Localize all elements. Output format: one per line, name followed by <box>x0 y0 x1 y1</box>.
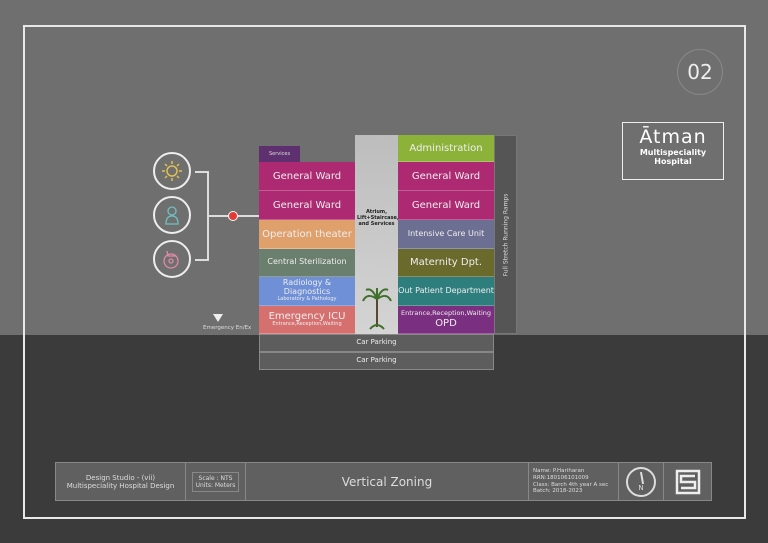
block-sublabel: Laboratory & Pathology <box>277 296 337 303</box>
left-block: Radiology & Diagnostics Laboratory & Path… <box>259 277 355 306</box>
class: Class: Barch 4th year A sec <box>533 481 609 488</box>
left-block: Operation theater <box>259 220 355 249</box>
logo-line2: Hospital <box>654 157 692 166</box>
logo: Ātman Multispeciality Hospital <box>622 122 724 180</box>
block-label: Central Sterilization <box>267 257 347 267</box>
block-label: OPD <box>435 317 457 329</box>
right-block: Maternity Dpt. <box>398 249 494 277</box>
block-label: Radiology & Diagnostics <box>282 278 332 297</box>
wheelchair-icon <box>153 240 191 278</box>
units-label: Units: Meters <box>195 481 236 489</box>
studio-label: Design Studio - (vii) <box>85 473 156 482</box>
project-label: Multispeciality Hospital Design <box>66 481 175 490</box>
block-sublabel: Entrance,Reception,Waiting <box>272 321 342 328</box>
block-label: General Ward <box>411 199 481 211</box>
block-label: Intensive Care Unit <box>407 228 485 238</box>
car-parking-1: Car Parking <box>259 334 494 352</box>
north-label: N <box>638 483 644 492</box>
sheet-title: Vertical Zoning <box>246 463 529 500</box>
rrn: RRN:180106101009 <box>533 474 589 481</box>
emergency-arrow-icon <box>213 314 223 322</box>
student-name: Name: P.Hariharan <box>533 467 585 474</box>
block-label: General Ward <box>272 170 342 182</box>
block-label: Administration <box>409 142 483 154</box>
block-sublabel: Entrance,Reception,Waiting <box>400 309 492 318</box>
right-block: Entrance,Reception,Waiting OPD <box>398 306 494 334</box>
north-arrow-icon: N <box>626 466 656 497</box>
entry-point-marker <box>228 211 238 221</box>
left-block: Central Sterilization <box>259 249 355 277</box>
page-number-badge: 02 <box>677 49 723 95</box>
emergency-label: Emergency En/Ex <box>203 325 252 331</box>
left-block: General Ward <box>259 162 355 191</box>
block-label: General Ward <box>411 170 481 182</box>
palm-tree-icon <box>362 288 392 330</box>
block-label: Operation theater <box>262 228 352 240</box>
block-label: Out Patient Department <box>398 285 494 295</box>
right-block: Intensive Care Unit <box>398 220 494 249</box>
logo-name: Ātman <box>639 126 707 148</box>
services-tab: Services <box>259 146 300 162</box>
logo-line1: Multispeciality <box>639 148 707 157</box>
sun-icon <box>153 152 191 190</box>
right-block: General Ward <box>398 191 494 220</box>
ramps-label: Full Stretch Running Ramps <box>502 193 509 276</box>
block-label: Maternity Dpt. <box>409 257 483 268</box>
atrium: Atrium, Lift+Staircase, and Services <box>355 135 399 334</box>
block-label: General Ward <box>272 199 342 211</box>
car-parking-2: Car Parking <box>259 352 494 370</box>
elderly-person-icon <box>153 196 191 234</box>
atrium-label: Atrium, Lift+Staircase, and Services <box>357 209 399 227</box>
ramps: Full Stretch Running Ramps <box>494 135 517 334</box>
right-block: Out Patient Department <box>398 277 494 306</box>
scale-label: Scale : NTS <box>198 474 233 482</box>
institution-logo-icon <box>675 469 700 494</box>
title-block: Design Studio - (vii) Multispeciality Hos… <box>55 462 712 501</box>
right-block: General Ward <box>398 162 494 191</box>
batch: Batch: 2018-2023 <box>533 488 583 495</box>
right-block: Administration <box>398 135 494 162</box>
left-block: General Ward <box>259 191 355 220</box>
left-block: Emergency ICU Entrance,Reception,Waiting <box>259 306 355 334</box>
